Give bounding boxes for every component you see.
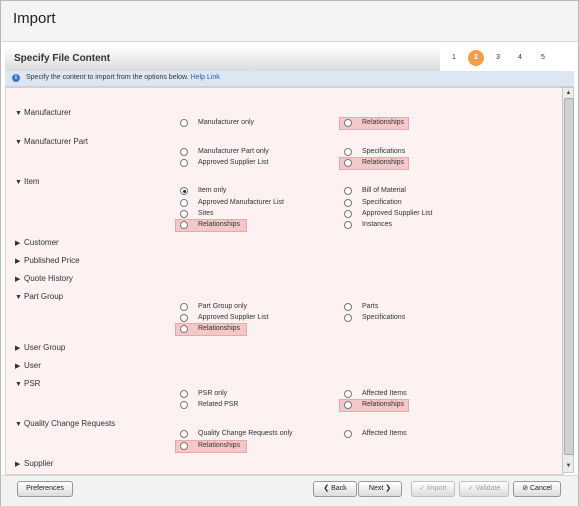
section-supplier[interactable]: ▶ Supplier <box>15 459 53 468</box>
step-4[interactable]: 4 <box>512 50 528 66</box>
section-part-group[interactable]: ▼ Part Group <box>15 292 63 301</box>
collapse-triangle-icon: ▼ <box>15 294 22 301</box>
expand-triangle-icon: ▶ <box>15 345 21 352</box>
next-arrow-icon: ❯ <box>383 485 392 492</box>
scroll-down-icon[interactable]: ▼ <box>564 462 573 471</box>
back-button[interactable]: ❮ Back <box>313 481 357 497</box>
vertical-scrollbar[interactable]: ▲ ▼ <box>562 87 574 473</box>
expand-triangle-icon: ▶ <box>15 363 21 370</box>
import-button[interactable]: ✓ Import <box>411 481 455 497</box>
title-bar: Import <box>1 1 578 42</box>
expand-triangle-icon: ▶ <box>15 240 21 247</box>
expand-triangle-icon: ▶ <box>15 461 21 468</box>
collapse-triangle-icon: ▼ <box>15 179 22 186</box>
collapse-triangle-icon: ▼ <box>15 421 22 428</box>
info-bar: i Specify the content to import from the… <box>5 71 574 87</box>
back-arrow-icon: ❮ <box>323 485 332 492</box>
step-2-active[interactable]: 2 <box>468 50 484 66</box>
section-customer[interactable]: ▶ Customer <box>15 238 59 247</box>
collapse-triangle-icon: ▼ <box>15 381 22 388</box>
step-3[interactable]: 3 <box>490 50 506 66</box>
collapse-triangle-icon: ▼ <box>15 139 22 146</box>
expand-triangle-icon: ▶ <box>15 276 21 283</box>
scroll-thumb[interactable] <box>564 98 574 455</box>
import-dialog: Import Specify File Content 1 2 3 4 5 i … <box>0 0 579 506</box>
info-icon: i <box>12 74 20 82</box>
info-text: Specify the content to import from the o… <box>26 74 189 81</box>
preferences-button[interactable]: Preferences <box>17 481 73 497</box>
validate-button[interactable]: ✓ Validate <box>459 481 509 497</box>
step-title: Specify File Content <box>14 53 111 64</box>
section-manufacturer-part[interactable]: ▼ Manufacturer Part <box>15 137 88 146</box>
section-user[interactable]: ▶ User <box>15 361 41 370</box>
dialog-title: Import <box>13 10 56 27</box>
step-1[interactable]: 1 <box>446 50 462 66</box>
expand-triangle-icon: ▶ <box>15 258 21 265</box>
section-user-group[interactable]: ▶ User Group <box>15 343 65 352</box>
section-manufacturer[interactable]: ▼ Manufacturer <box>15 108 71 117</box>
cancel-icon: ⊘ <box>522 485 530 492</box>
check-icon: ✓ <box>467 485 476 492</box>
next-button[interactable]: Next ❯ <box>358 481 402 497</box>
cancel-button[interactable]: ⊘ Cancel <box>513 481 561 497</box>
footer-bar: Preferences ❮ Back Next ❯ ✓ Import ✓ Val… <box>1 475 578 506</box>
section-quality-change-requests[interactable]: ▼ Quality Change Requests <box>15 419 115 428</box>
section-published-price[interactable]: ▶ Published Price <box>15 256 80 265</box>
check-icon: ✓ <box>419 485 427 492</box>
content-panel: ▼ Manufacturer Manufacturer only Relation… <box>5 87 564 475</box>
step-5[interactable]: 5 <box>535 50 551 66</box>
step-indicator: 1 2 3 4 5 <box>440 45 574 71</box>
scroll-up-icon[interactable]: ▲ <box>564 89 573 98</box>
step-header: Specify File Content 1 2 3 4 5 <box>5 45 574 72</box>
help-link[interactable]: Help Link <box>191 74 220 81</box>
section-item[interactable]: ▼ Item <box>15 177 40 186</box>
section-quote-history[interactable]: ▶ Quote History <box>15 274 73 283</box>
section-psr[interactable]: ▼ PSR <box>15 379 40 388</box>
collapse-triangle-icon: ▼ <box>15 110 22 117</box>
